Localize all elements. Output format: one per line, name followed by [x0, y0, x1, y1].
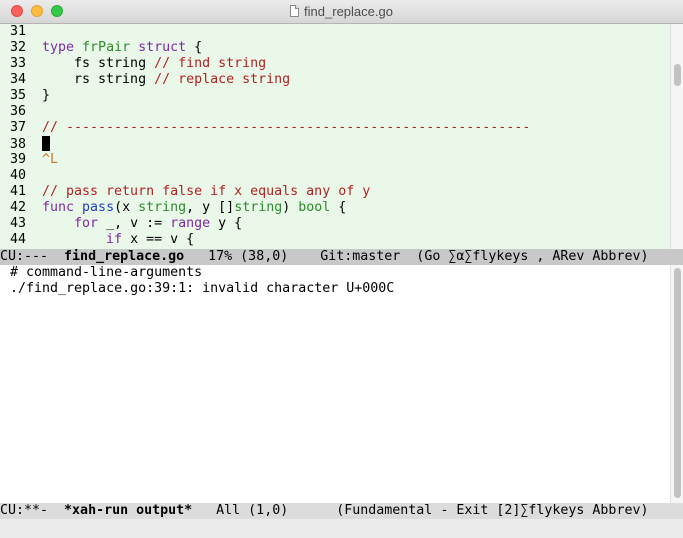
code-token: bool: [298, 200, 331, 215]
output-scrollbar[interactable]: [670, 265, 683, 503]
code-line[interactable]: 40: [0, 168, 42, 184]
line-number: 36: [10, 104, 27, 119]
line-number: 42: [10, 200, 27, 215]
output-scrollbar-thumb[interactable]: [674, 268, 681, 498]
code-token: rs string: [42, 72, 155, 87]
code-line[interactable]: 37 // -----------------------------------…: [0, 120, 530, 136]
code-token: x == v {: [122, 232, 195, 247]
code-token: type: [42, 40, 75, 55]
code-token: frPair: [82, 40, 131, 55]
output-mode-line: CU:**- *xah-run output* All (1,0) (Funda…: [0, 503, 683, 519]
code-line[interactable]: 33 fs string // find string: [0, 56, 266, 72]
line-number: 35: [10, 88, 27, 103]
code-line[interactable]: 38: [0, 136, 50, 152]
code-token: pass: [82, 200, 115, 215]
editor-scrollbar[interactable]: [670, 24, 683, 249]
code-line[interactable]: 36: [0, 104, 42, 120]
minibuffer[interactable]: [0, 519, 683, 538]
code-token: // -------------------------------------…: [42, 120, 531, 135]
code-editor-pane[interactable]: 31 32 type frPair struct {33 fs string // …: [0, 24, 670, 249]
modeline-status: CU:**-: [0, 503, 65, 518]
code-token: _, v :=: [98, 216, 171, 231]
code-token: y {: [210, 216, 243, 231]
code-line[interactable]: 43 for _, v := range y {: [0, 216, 242, 232]
line-number: 34: [10, 72, 27, 87]
text-cursor: [42, 136, 50, 151]
line-number: 43: [10, 216, 27, 231]
code-token: // find string: [154, 56, 267, 71]
code-line[interactable]: 35}: [0, 88, 50, 104]
line-number: 32: [10, 40, 27, 55]
modeline-buffer-name: find_replace.go: [64, 249, 185, 264]
code-line[interactable]: 41 // pass return false if x equals any o…: [0, 184, 370, 200]
line-number: 33: [10, 56, 27, 71]
code-line[interactable]: 34 rs string // replace string: [0, 72, 290, 88]
modeline-vc-branch: Git:master: [288, 249, 401, 264]
editor-mode-line: CU:--- find_replace.go 17% (38,0) Git:ma…: [0, 249, 683, 265]
window-title-area: find_replace.go: [0, 4, 683, 19]
line-number: 37: [10, 120, 27, 135]
code-token: ^L: [42, 152, 59, 167]
code-line[interactable]: 42 func pass(x string, y []string) bool {: [0, 200, 346, 216]
code-token: fs string: [42, 56, 155, 71]
modeline-position: 17% (38,0): [184, 249, 289, 264]
modeline-position: All (1,0): [192, 503, 289, 518]
title-bar: find_replace.go: [0, 0, 683, 24]
modeline-modes: (Go ∑α∑flykeys , ARev Abbrev): [400, 249, 649, 264]
emacs-window: find_replace.go 31 32 type frPair struct {…: [0, 0, 683, 538]
line-number: 31: [10, 24, 27, 39]
code-token: string: [234, 200, 283, 215]
line-number: 41: [10, 184, 27, 199]
code-token: // pass return false if x equals any of …: [42, 184, 371, 199]
line-number: 38: [10, 137, 27, 152]
window-title: find_replace.go: [304, 4, 393, 19]
code-token: string: [138, 200, 187, 215]
line-number: 39: [10, 152, 27, 167]
code-token: , y []: [186, 200, 235, 215]
code-token: // replace string: [154, 72, 291, 87]
code-line[interactable]: 44 if x == v {: [0, 232, 194, 248]
code-line[interactable]: 32 type frPair struct {: [0, 40, 202, 56]
line-number: 44: [10, 232, 27, 247]
editor-scrollbar-thumb[interactable]: [674, 64, 681, 86]
code-token: {: [330, 200, 347, 215]
code-token: range: [170, 216, 211, 231]
code-token: struct: [138, 40, 187, 55]
output-line[interactable]: # command-line-arguments: [10, 265, 202, 281]
line-number: 40: [10, 168, 27, 183]
modeline-buffer-name: *xah-run output*: [64, 503, 193, 518]
code-line[interactable]: 39 ^L: [0, 152, 58, 168]
code-token: {: [186, 40, 203, 55]
code-token: }: [42, 88, 51, 103]
code-line[interactable]: 31: [0, 24, 42, 40]
modeline-status: CU:---: [0, 249, 65, 264]
code-token: for: [74, 216, 99, 231]
modeline-modes: (Fundamental - Exit [2]∑flykeys Abbrev): [288, 503, 649, 518]
code-token: func: [42, 200, 75, 215]
code-token: (x: [114, 200, 139, 215]
code-token: ): [282, 200, 299, 215]
document-icon: [290, 5, 300, 17]
output-pane[interactable]: # command-line-arguments ./find_replace.g…: [0, 265, 670, 503]
output-line[interactable]: ./find_replace.go:39:1: invalid characte…: [10, 281, 394, 297]
code-token: if: [106, 232, 123, 247]
